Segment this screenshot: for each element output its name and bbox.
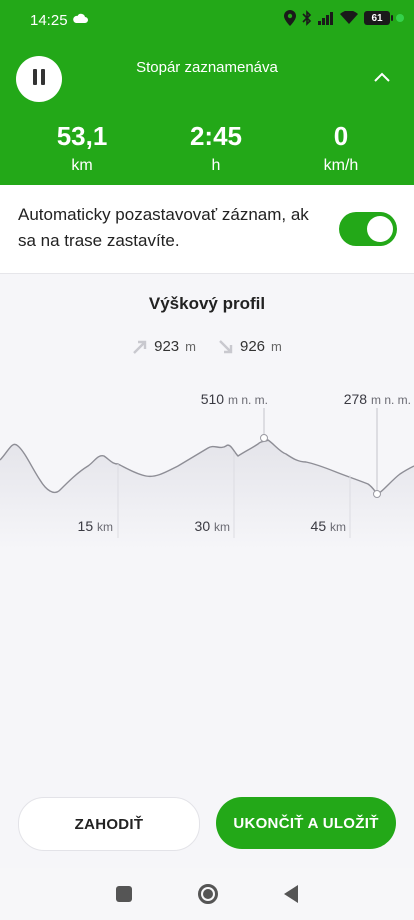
auto-pause-label: Automaticky pozastavovať záznam, ak sa n…	[18, 205, 309, 250]
ascent-arrow-icon	[133, 340, 147, 354]
stat-distance: 53,1 km	[13, 120, 151, 177]
max-point	[260, 434, 268, 442]
stat-value: 53,1	[56, 121, 108, 151]
ascent-unit: m	[185, 339, 196, 354]
stat-speed: 0 km/h	[272, 120, 410, 177]
status-icons: 61	[284, 10, 404, 26]
back-icon[interactable]	[284, 885, 298, 903]
min-elevation-label: 278 m n. m.	[344, 391, 411, 407]
home-icon[interactable]	[198, 884, 218, 904]
max-elevation-label: 510 m n. m.	[201, 391, 268, 407]
descent-arrow-icon	[219, 339, 233, 353]
elevation-chart: 510 m n. m. 278 m n. m. 15 km 30 km 45 k…	[0, 391, 414, 550]
stat-value: 0	[333, 121, 349, 151]
descent-value: 926	[240, 338, 266, 355]
bluetooth-icon	[302, 10, 312, 26]
recording-title: Stopár zaznamenáva	[136, 59, 278, 76]
elevation-stats: 923 m 926 m	[0, 338, 414, 355]
stat-unit: h	[211, 157, 221, 174]
recording-header: 14:25 61 Stopár zaznamenáva 53,1 km 2:45…	[0, 0, 414, 185]
descent-unit: m	[271, 339, 282, 354]
distance-tick-label: 30 km	[195, 518, 230, 534]
recents-icon[interactable]	[116, 886, 132, 902]
min-point	[373, 490, 381, 498]
finish-and-save-button[interactable]: UKONČIŤ A ULOŽIŤ	[216, 797, 396, 849]
distance-tick-label: 15 km	[78, 518, 113, 534]
battery-icon: 61	[364, 11, 393, 25]
location-icon	[284, 10, 296, 26]
status-time: 14:25	[30, 12, 68, 29]
toggle-knob	[367, 216, 393, 242]
signal-icon	[318, 12, 333, 25]
distance-tick-label: 45 km	[311, 518, 346, 534]
system-nav-bar	[0, 868, 414, 920]
elevation-title: Výškový profil	[148, 294, 266, 313]
auto-pause-toggle[interactable]	[339, 212, 397, 246]
cloud-icon	[73, 13, 88, 23]
stat-unit: km	[71, 157, 93, 174]
privacy-dot-icon	[396, 14, 404, 22]
discard-button[interactable]: ZAHODIŤ	[18, 797, 200, 851]
stat-value: 2:45	[189, 121, 243, 151]
ascent-stat: 923 m	[132, 338, 196, 355]
ascent-value: 923	[154, 338, 180, 355]
wifi-icon	[340, 11, 358, 24]
stat-unit: km/h	[323, 157, 359, 174]
descent-stat: 926 m	[218, 338, 282, 355]
status-bar: 14:25 61	[0, 0, 414, 44]
stat-duration: 2:45 h	[147, 120, 285, 177]
chevron-up-icon[interactable]	[372, 70, 392, 84]
